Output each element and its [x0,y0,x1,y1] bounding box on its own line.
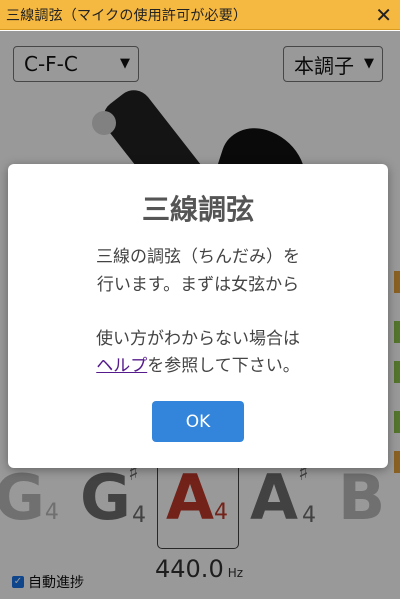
close-icon[interactable]: ✕ [375,3,392,27]
ok-button[interactable]: OK [152,401,244,442]
dialog-title: 三線調弦 [141,193,254,226]
dialog-text-line: 行います。まずは女弦から [96,275,300,295]
intro-dialog: 三線調弦 三線の調弦（ちんだみ）を 行います。まずは女弦から 使い方がわからない… [8,164,388,468]
window-titlebar: 三線調弦（マイクの使用許可が必要） ✕ [0,0,400,30]
help-link[interactable]: ヘルプ [96,356,147,376]
dialog-text-line: 使い方がわからない場合は [96,329,300,349]
window-title: 三線調弦（マイクの使用許可が必要） [6,7,248,24]
dialog-text-rest: を参照して下さい。 [147,356,300,376]
dialog-text-line: ヘルプを参照して下さい。 [8,351,388,376]
dialog-text-line: 三線の調弦（ちんだみ）を [96,247,300,267]
